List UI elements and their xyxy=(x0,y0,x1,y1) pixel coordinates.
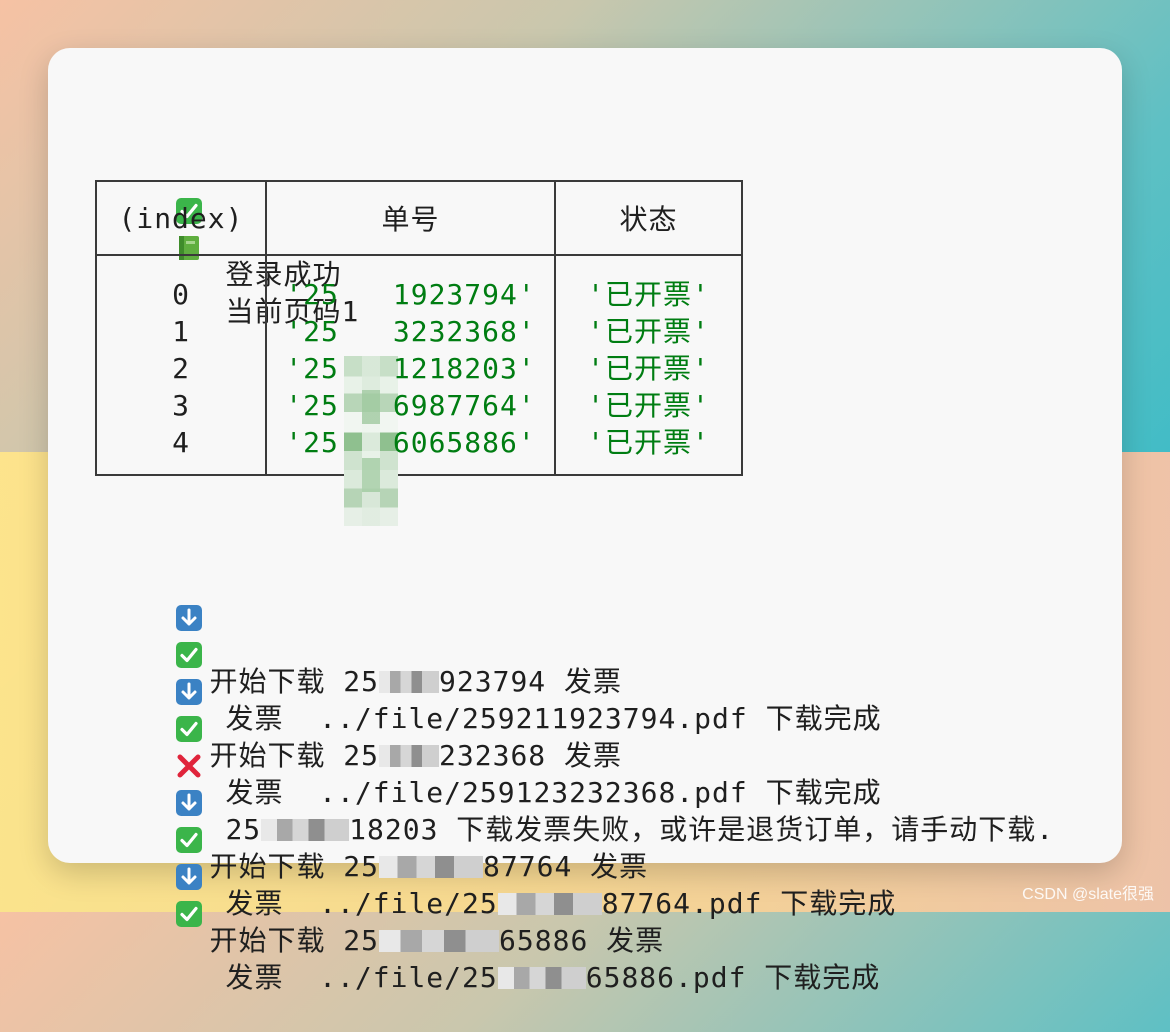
redaction-mosaic xyxy=(497,967,586,989)
order-number-cell: '25 1923794' xyxy=(285,278,536,311)
order-number-cell: '25 6987764' xyxy=(285,389,536,422)
orders-table: (index) 单号 状态 0 1 2 3 4 '25 1923794' '25 3… xyxy=(95,180,743,526)
status-cell: '已开票' xyxy=(587,426,710,459)
log-line-success: 发票 ../file/259211923794.pdf 下载完成 xyxy=(104,533,882,735)
index-cell: 4 xyxy=(172,426,190,459)
redaction-mosaic xyxy=(379,930,500,952)
login-line: 登录成功 xyxy=(104,89,341,291)
csdn-watermark: CSDN @slate很强 xyxy=(1022,886,1154,903)
index-column: 0 1 2 3 4 xyxy=(95,254,267,476)
header-status: 状态 xyxy=(554,180,743,256)
header-order-number: 单号 xyxy=(265,180,556,256)
status-cell: '已开票' xyxy=(587,315,710,348)
status-column: '已开票' '已开票' '已开票' '已开票' '已开票' xyxy=(554,254,743,476)
index-cell: 0 xyxy=(172,278,190,311)
index-cell: 2 xyxy=(172,352,190,385)
table-header-row: (index) 单号 状态 xyxy=(95,180,743,256)
page-line: 当前页码1 xyxy=(104,126,359,328)
log-line-success: 发票 ../file/259123232368.pdf 下载完成 xyxy=(104,607,882,809)
status-cell: '已开票' xyxy=(587,389,710,422)
log-line-error: 25 18203 下载发票失败，或许是退货订单，请手动下载. xyxy=(104,644,1054,846)
order-number-cell: '25 3232368' xyxy=(285,315,536,348)
log-line-success: 发票 ../file/25 65886.pdf 下载完成 xyxy=(104,792,880,994)
log-line-download: 开始下载 25 232368 发票 xyxy=(104,570,622,772)
table-body-row: 0 1 2 3 4 '25 1923794' '25 3232368' '25 121… xyxy=(95,254,743,526)
header-index: (index) xyxy=(95,180,267,256)
index-cell: 1 xyxy=(172,315,190,348)
log-line-success: 发票 ../file/25 87764.pdf 下载完成 xyxy=(104,718,896,920)
order-number-cell: '25 1218203' xyxy=(285,352,536,385)
log-line-download: 开始下载 25 923794 发票 xyxy=(104,496,622,698)
order-number-cell: '25 6065886' xyxy=(285,426,536,459)
status-cell: '已开票' xyxy=(587,278,710,311)
log-line-download: 开始下载 25 65886 发票 xyxy=(104,755,664,957)
status-cell: '已开票' xyxy=(587,352,710,385)
log-line-download: 开始下载 25 87764 发票 xyxy=(104,681,648,883)
check-icon xyxy=(175,828,203,927)
order-number-column: '25 1923794' '25 3232368' '25 1218203' '25 6… xyxy=(265,254,556,526)
terminal-output-card: 登录成功 当前页码1 (index) 单号 状态 0 1 2 3 4 '25 19… xyxy=(48,48,1122,994)
index-cell: 3 xyxy=(172,389,190,422)
